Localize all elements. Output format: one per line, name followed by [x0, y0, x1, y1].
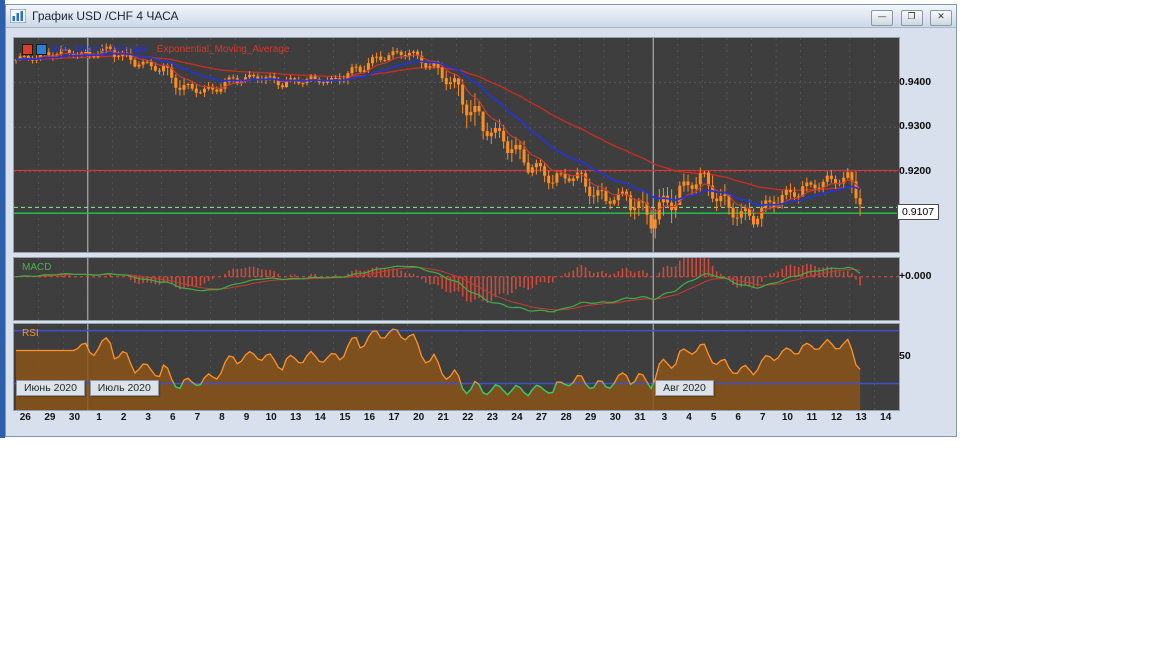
- ma-blue-swatch[interactable]: [36, 44, 47, 55]
- time-axis-label[interactable]: 23: [480, 412, 505, 423]
- time-axis-label[interactable]: 13: [849, 412, 874, 423]
- time-axis-label[interactable]: 7: [751, 412, 776, 423]
- time-axis-label[interactable]: 26: [13, 412, 38, 423]
- close-button[interactable]: ✕: [930, 9, 952, 26]
- price-axis-label: 0.9300: [899, 120, 932, 133]
- time-axis-label[interactable]: 27: [529, 412, 554, 423]
- window-controls: — ❐ ✕: [868, 6, 952, 26]
- time-axis-label[interactable]: 17: [382, 412, 407, 423]
- time-axis-label[interactable]: 29: [38, 412, 63, 423]
- titlebar[interactable]: График USD /CHF 4 ЧАСА — ❐ ✕: [6, 5, 956, 28]
- window-title: График USD /CHF 4 ЧАСА: [32, 9, 179, 23]
- time-axis-label[interactable]: 6: [726, 412, 751, 423]
- macd-zero-label: +0.000: [899, 269, 932, 282]
- main-chart-pane[interactable]: ntial_Moving_Average Exponential_Moving_…: [13, 37, 900, 253]
- macd-pane[interactable]: MACD: [13, 257, 900, 321]
- legend-ema-red-label: Exponential_Moving_Average: [156, 44, 290, 55]
- indicator-legend: ntial_Moving_Average Exponential_Moving_…: [22, 44, 297, 55]
- time-axis-label[interactable]: 11: [800, 412, 825, 423]
- candlestick-canvas: [14, 38, 899, 252]
- time-axis-label[interactable]: 24: [505, 412, 530, 423]
- price-axis-label: 0.9400: [899, 75, 932, 88]
- desktop: График USD /CHF 4 ЧАСА — ❐ ✕ ntial_Movin…: [0, 0, 1152, 648]
- time-axis-label[interactable]: 20: [406, 412, 431, 423]
- time-axis-label[interactable]: 30: [603, 412, 628, 423]
- time-axis-label[interactable]: 15: [333, 412, 358, 423]
- time-axis-label[interactable]: 8: [210, 412, 235, 423]
- month-tag: Июнь 2020: [16, 380, 85, 396]
- time-axis-label[interactable]: 21: [431, 412, 456, 423]
- macd-canvas: [14, 258, 899, 320]
- chart-window: График USD /CHF 4 ЧАСА — ❐ ✕ ntial_Movin…: [5, 4, 957, 437]
- time-axis-label[interactable]: 3: [136, 412, 161, 423]
- macd-title: MACD: [22, 262, 52, 273]
- time-axis-label[interactable]: 2: [111, 412, 136, 423]
- time-axis-label[interactable]: 30: [62, 412, 87, 423]
- chart-client-area: ntial_Moving_Average Exponential_Moving_…: [6, 28, 956, 437]
- time-axis-label[interactable]: 14: [308, 412, 333, 423]
- time-axis-label[interactable]: 9: [234, 412, 259, 423]
- current-price-tag: 0.9107: [897, 204, 940, 221]
- time-axis-label[interactable]: 28: [554, 412, 579, 423]
- time-axis-label[interactable]: 13: [283, 412, 308, 423]
- time-axis-label[interactable]: 31: [628, 412, 653, 423]
- rsi-title: RSI: [22, 328, 39, 339]
- time-axis-label[interactable]: 1: [87, 412, 112, 423]
- chart-icon: [9, 8, 27, 24]
- time-axis-label[interactable]: 6: [161, 412, 186, 423]
- time-axis-label[interactable]: 4: [677, 412, 702, 423]
- rsi-mid-label: 50: [899, 350, 911, 363]
- ma-red-swatch[interactable]: [22, 44, 33, 55]
- time-axis-label[interactable]: 29: [578, 412, 603, 423]
- legend-ema-blue-label: ntial_Moving_Average: [50, 44, 149, 55]
- time-axis-label[interactable]: 16: [357, 412, 382, 423]
- month-tag: Авг 2020: [655, 380, 714, 396]
- restore-button[interactable]: ❐: [900, 9, 923, 26]
- time-axis-label[interactable]: 22: [456, 412, 481, 423]
- time-axis-label[interactable]: 14: [873, 412, 898, 423]
- time-axis-label[interactable]: 5: [701, 412, 726, 423]
- time-axis-label[interactable]: 3: [652, 412, 677, 423]
- rsi-pane[interactable]: RSI: [13, 323, 900, 411]
- time-axis-label[interactable]: 10: [775, 412, 800, 423]
- price-axis-label: 0.9200: [899, 164, 932, 177]
- time-axis-label[interactable]: 10: [259, 412, 284, 423]
- minimize-button[interactable]: —: [871, 9, 894, 26]
- time-axis-label[interactable]: 7: [185, 412, 210, 423]
- rsi-canvas: [14, 324, 899, 410]
- time-axis-label[interactable]: 12: [824, 412, 849, 423]
- month-tag: Июль 2020: [89, 380, 159, 396]
